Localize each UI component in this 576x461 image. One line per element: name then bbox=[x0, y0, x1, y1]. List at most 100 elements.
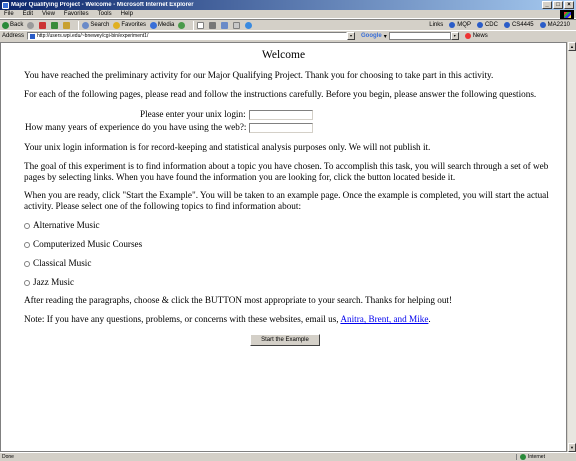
google-dropdown-button[interactable]: ▾ bbox=[450, 32, 459, 40]
topic-label: Classical Music bbox=[33, 258, 92, 268]
instructions-paragraph: For each of the following pages, please … bbox=[24, 89, 537, 99]
history-button[interactable] bbox=[178, 21, 186, 29]
google-logo[interactable]: Google bbox=[361, 33, 382, 39]
history-icon bbox=[178, 21, 186, 29]
status-bar: Done Internet bbox=[0, 452, 576, 461]
ready-paragraph: When you are ready, click "Start the Exa… bbox=[24, 190, 549, 211]
google-menu-arrow[interactable]: ▾ bbox=[384, 33, 387, 40]
privacy-paragraph: Your unix login information is for recor… bbox=[24, 142, 431, 152]
print-button[interactable] bbox=[209, 21, 217, 29]
contact-email-link[interactable]: Anitra, Brent, and Mike bbox=[340, 314, 428, 324]
home-icon bbox=[63, 21, 71, 29]
topic-option[interactable]: Jazz Music bbox=[24, 277, 74, 288]
menu-file[interactable]: File bbox=[4, 11, 14, 17]
print-icon bbox=[209, 21, 217, 29]
page-icon bbox=[30, 33, 36, 39]
topic-option[interactable]: Computerized Music Courses bbox=[24, 239, 142, 250]
address-bar: Address http://users.wpi.edu/~bnewey/cgi… bbox=[0, 31, 576, 41]
window-controls: _ □ × bbox=[542, 1, 574, 9]
radio-button[interactable] bbox=[24, 279, 30, 286]
note-paragraph: Note: If you have any questions, problem… bbox=[24, 314, 554, 325]
search-icon bbox=[82, 21, 90, 29]
unix-login-input[interactable] bbox=[248, 109, 313, 120]
menu-view[interactable]: View bbox=[42, 11, 55, 17]
search-button[interactable]: Search bbox=[82, 21, 110, 29]
minimize-button[interactable]: _ bbox=[542, 1, 552, 9]
link-cs4445-label: CS4445 bbox=[511, 22, 534, 28]
page-icon bbox=[449, 22, 456, 28]
google-news-button[interactable]: News bbox=[464, 33, 488, 39]
link-mqp[interactable]: MQP bbox=[449, 22, 471, 28]
menu-bar: File Edit View Favorites Tools Help bbox=[0, 10, 576, 19]
maximize-button[interactable]: □ bbox=[553, 1, 563, 9]
news-icon bbox=[464, 33, 471, 39]
address-dropdown-button[interactable]: ▾ bbox=[347, 32, 356, 40]
after-paragraph: After reading the paragraphs, choose & c… bbox=[24, 295, 453, 305]
back-button[interactable]: Back bbox=[2, 21, 24, 29]
menu-help[interactable]: Help bbox=[121, 11, 133, 17]
experience-input[interactable] bbox=[249, 122, 314, 133]
scroll-up-button[interactable]: ▲ bbox=[568, 42, 576, 51]
topic-option[interactable]: Alternative Music bbox=[24, 220, 100, 231]
login-row: Please enter your unix login: bbox=[140, 109, 313, 120]
menu-edit[interactable]: Edit bbox=[23, 11, 33, 17]
edit-icon bbox=[221, 21, 229, 29]
status-text: Done bbox=[2, 454, 14, 460]
forward-arrow-icon bbox=[27, 21, 35, 29]
toolbar-separator bbox=[193, 20, 195, 30]
zone-label: Internet bbox=[528, 454, 545, 460]
link-cdc[interactable]: CDC bbox=[476, 22, 498, 28]
intro-paragraph: You have reached the preliminary activit… bbox=[24, 70, 494, 80]
start-example-button[interactable]: Start the Example bbox=[250, 334, 320, 346]
discuss-button[interactable] bbox=[233, 21, 241, 29]
star-icon bbox=[113, 21, 121, 29]
close-button[interactable]: × bbox=[564, 1, 574, 9]
link-cdc-label: CDC bbox=[484, 22, 498, 28]
menu-tools[interactable]: Tools bbox=[98, 11, 112, 17]
ie-logo-icon bbox=[2, 1, 9, 9]
favorites-button[interactable]: Favorites bbox=[113, 21, 147, 29]
media-button[interactable]: Media bbox=[150, 21, 175, 29]
discuss-icon bbox=[233, 21, 241, 29]
page-icon bbox=[476, 22, 483, 28]
back-label: Back bbox=[10, 22, 24, 28]
messenger-button[interactable] bbox=[245, 21, 253, 29]
globe-icon bbox=[520, 454, 526, 460]
page-icon bbox=[539, 22, 546, 28]
home-button[interactable] bbox=[63, 21, 71, 29]
edit-button[interactable] bbox=[221, 21, 229, 29]
mail-button[interactable] bbox=[197, 21, 205, 29]
menu-favorites[interactable]: Favorites bbox=[64, 11, 89, 17]
link-ma2210[interactable]: MA2210 bbox=[539, 22, 570, 28]
links-toolbar: Links MQP CDC CS4445 MA2210 bbox=[429, 22, 576, 28]
messenger-icon bbox=[245, 21, 253, 29]
media-icon bbox=[150, 21, 158, 29]
vertical-scrollbar[interactable]: ▲ ▼ bbox=[567, 42, 576, 452]
toolbar-separator bbox=[78, 20, 80, 30]
note-text: Note: If you have any questions, problem… bbox=[24, 314, 341, 324]
links-label: Links bbox=[429, 22, 444, 28]
login-label: Please enter your unix login: bbox=[140, 109, 246, 119]
note-suffix: . bbox=[428, 314, 431, 324]
page-icon bbox=[503, 22, 510, 28]
window-title: Major Qualifying Project - Welcome - Mic… bbox=[11, 2, 194, 8]
refresh-icon bbox=[51, 21, 59, 29]
favorites-label: Favorites bbox=[121, 22, 147, 28]
stop-button[interactable] bbox=[39, 21, 47, 29]
scroll-down-button[interactable]: ▼ bbox=[568, 443, 576, 452]
refresh-button[interactable] bbox=[51, 21, 59, 29]
address-input[interactable]: http://users.wpi.edu/~bnewey/cgi-bin/exp… bbox=[27, 32, 348, 40]
radio-button[interactable] bbox=[24, 222, 30, 229]
page-heading: Welcome bbox=[261, 49, 306, 61]
media-label: Media bbox=[158, 22, 175, 28]
stop-icon bbox=[39, 21, 47, 29]
radio-button[interactable] bbox=[24, 260, 30, 267]
link-cs4445[interactable]: CS4445 bbox=[503, 22, 534, 28]
window-titlebar: Major Qualifying Project - Welcome - Mic… bbox=[0, 0, 576, 10]
radio-button[interactable] bbox=[24, 241, 30, 248]
topic-option[interactable]: Classical Music bbox=[24, 258, 91, 269]
forward-button[interactable] bbox=[27, 21, 35, 29]
news-label: News bbox=[472, 33, 488, 39]
search-label: Search bbox=[90, 22, 110, 28]
google-search-input[interactable] bbox=[388, 32, 451, 40]
